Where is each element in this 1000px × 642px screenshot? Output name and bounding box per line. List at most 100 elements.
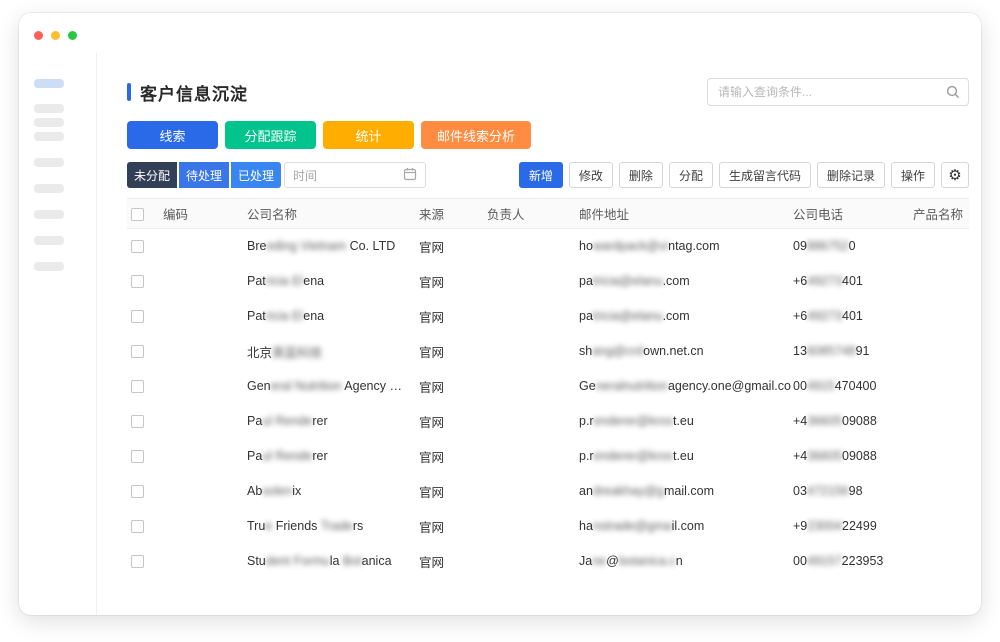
text-fragment: 98: [849, 484, 863, 498]
action-删除记录[interactable]: 删除记录: [817, 162, 885, 188]
sidebar-item-skeleton[interactable]: [34, 104, 64, 113]
tab-线索[interactable]: 线索: [127, 121, 218, 149]
action-生成留言代码[interactable]: 生成留言代码: [719, 162, 811, 188]
text-fragment: rer: [312, 414, 327, 428]
row-checkbox[interactable]: [131, 450, 144, 463]
redacted-text: 英蓝科技: [272, 346, 322, 360]
text-fragment: +4: [793, 414, 807, 428]
text-fragment: p.r: [579, 449, 594, 463]
status-filter: 未分配待处理已处理: [127, 162, 281, 188]
text-fragment: ho: [579, 239, 593, 253]
row-checkbox[interactable]: [131, 485, 144, 498]
action-分配[interactable]: 分配: [669, 162, 713, 188]
column-header: 负责人: [485, 199, 577, 229]
row-checkbox[interactable]: [131, 275, 144, 288]
cell-code: [161, 229, 245, 264]
text-fragment: 00: [793, 379, 807, 393]
text-fragment: Tru: [247, 519, 265, 533]
sidebar-item-skeleton[interactable]: [34, 118, 64, 127]
cell-phone: +649273401: [791, 264, 911, 299]
sidebar-item-skeleton[interactable]: [34, 79, 64, 88]
app-window: 客户信息沉淀 线索分配跟踪统计邮件线索分析 未分配待处理已处理 时间: [19, 13, 981, 615]
tab-邮件线索分析[interactable]: 邮件线索分析: [421, 121, 531, 149]
sidebar-item-skeleton[interactable]: [34, 262, 64, 271]
text-fragment: 09: [793, 239, 807, 253]
text-fragment: ena: [303, 309, 324, 323]
cell-product: [911, 264, 969, 299]
text-fragment: 401: [842, 309, 863, 323]
text-fragment: rs: [353, 519, 363, 533]
table-row: True Friends Traders官网hanstrade@gmail.co…: [127, 509, 969, 544]
column-header: 邮件地址: [577, 199, 791, 229]
cell-product: [911, 369, 969, 404]
row-checkbox[interactable]: [131, 310, 144, 323]
select-all-checkbox[interactable]: [131, 208, 144, 221]
sidebar-item-skeleton[interactable]: [34, 132, 64, 141]
table-row: Student Formula Botanica官网Jane@botanica.…: [127, 544, 969, 579]
row-checkbox[interactable]: [131, 345, 144, 358]
search-icon[interactable]: [946, 85, 960, 104]
tab-统计[interactable]: 统计: [323, 121, 414, 149]
filter-待处理[interactable]: 待处理: [179, 162, 229, 188]
settings-button[interactable]: ⚙: [941, 162, 969, 188]
text-fragment: pa: [579, 274, 593, 288]
action-删除[interactable]: 删除: [619, 162, 663, 188]
filter-已处理[interactable]: 已处理: [231, 162, 281, 188]
action-操作[interactable]: 操作: [891, 162, 935, 188]
close-window-button[interactable]: [34, 31, 43, 40]
redacted-text: 49273: [807, 274, 842, 288]
cell-code: [161, 369, 245, 404]
cell-email: p.renderer@krost.eu: [577, 439, 791, 474]
sidebar-item-skeleton[interactable]: [34, 158, 64, 167]
zoom-window-button[interactable]: [68, 31, 77, 40]
sidebar-item-skeleton[interactable]: [34, 210, 64, 219]
tab-分配跟踪[interactable]: 分配跟踪: [225, 121, 316, 149]
text-fragment: own.net.cn: [643, 344, 703, 358]
cell-company: Breeding Vietnam Co. LTD: [245, 229, 417, 264]
text-fragment: 北京: [247, 346, 272, 360]
redacted-text: ricia El: [266, 309, 304, 323]
cell-product: [911, 544, 969, 579]
row-checkbox[interactable]: [131, 240, 144, 253]
redacted-text: ricia El: [266, 274, 304, 288]
cell-code: [161, 474, 245, 509]
filter-未分配[interactable]: 未分配: [127, 162, 177, 188]
cell-select: [127, 474, 161, 509]
redacted-text: tricia@elanu: [593, 274, 663, 288]
sidebar-item-skeleton[interactable]: [34, 236, 64, 245]
sidebar-item-skeleton[interactable]: [34, 184, 64, 193]
row-checkbox[interactable]: [131, 415, 144, 428]
cell-email: Jane@botanica.cn: [577, 544, 791, 579]
row-checkbox[interactable]: [131, 380, 144, 393]
row-checkbox[interactable]: [131, 555, 144, 568]
page-header: 客户信息沉淀: [127, 77, 969, 107]
cell-product: [911, 229, 969, 264]
cell-source: 官网: [417, 264, 485, 299]
action-修改[interactable]: 修改: [569, 162, 613, 188]
text-fragment: pa: [579, 309, 593, 323]
text-fragment: 0: [849, 239, 856, 253]
action-新增[interactable]: 新增: [519, 162, 563, 188]
search-input[interactable]: [707, 78, 969, 106]
cell-source: 官网: [417, 544, 485, 579]
table-row: General Nutrition Agency …官网Generalnutri…: [127, 369, 969, 404]
date-filter[interactable]: 时间: [284, 162, 426, 188]
text-fragment: 401: [842, 274, 863, 288]
text-fragment: 13: [793, 344, 807, 358]
cell-select: [127, 264, 161, 299]
minimize-window-button[interactable]: [51, 31, 60, 40]
redacted-text: 6085748: [807, 344, 856, 358]
text-fragment: Friends: [272, 519, 320, 533]
text-fragment: 09088: [842, 449, 877, 463]
cell-select: [127, 544, 161, 579]
cell-select: [127, 229, 161, 264]
cell-code: [161, 334, 245, 369]
cell-product: [911, 509, 969, 544]
cell-phone: 0049157223953: [791, 544, 911, 579]
text-fragment: agency.one@gmail.com: [668, 379, 791, 393]
cell-source: 官网: [417, 369, 485, 404]
row-checkbox[interactable]: [131, 520, 144, 533]
cell-code: [161, 544, 245, 579]
text-fragment: Ja: [579, 554, 592, 568]
cell-select: [127, 439, 161, 474]
